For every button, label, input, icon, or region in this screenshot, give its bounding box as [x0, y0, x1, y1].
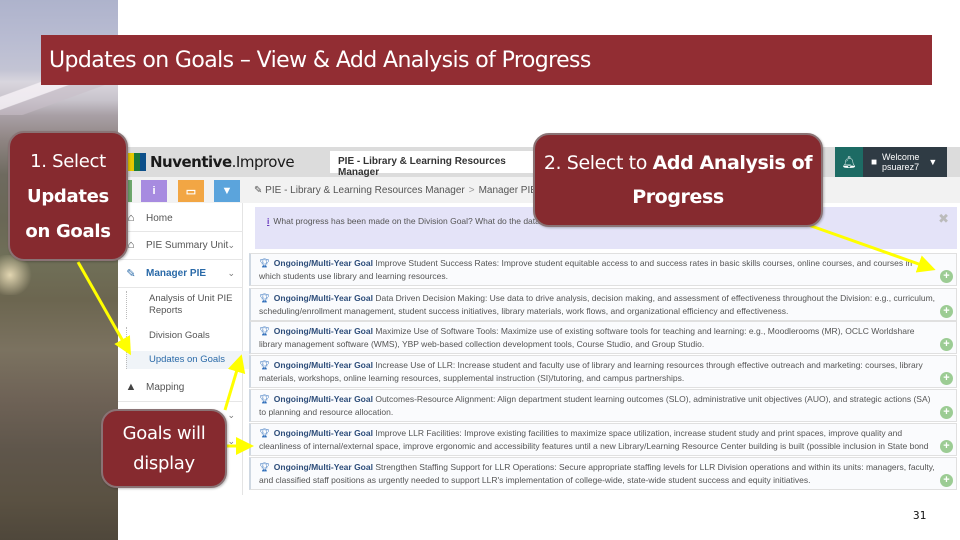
- callout-goals-display: Goals will display: [101, 409, 227, 488]
- trophy-icon: 🏆︎: [259, 394, 270, 404]
- sidebar-subitem-division-goals[interactable]: Division Goals: [126, 327, 251, 345]
- breadcrumb-item[interactable]: Manager PIE: [479, 185, 537, 196]
- logo-mark-icon: [128, 153, 146, 171]
- trophy-icon: 🏆︎: [259, 360, 270, 370]
- goal-row: 🏆︎ Ongoing/Multi-Year Goal Strengthen Sta…: [249, 457, 957, 490]
- goal-type: Ongoing/Multi-Year Goal: [273, 462, 373, 472]
- chevron-down-icon: ⌄: [227, 239, 235, 250]
- nuventive-logo[interactable]: Nuventive.Improve: [128, 153, 295, 171]
- sidebar-item-mapping[interactable]: ▲ Mapping: [118, 377, 243, 397]
- pencil-icon: ✎: [126, 267, 136, 280]
- divider: [118, 401, 243, 402]
- callout-step-2: 2. Select to Add Analysis of Progress: [533, 133, 823, 227]
- breadcrumb: ✎ PIE - Library & Learning Resources Man…: [254, 185, 558, 196]
- goal-type: Ongoing/Multi-Year Goal: [273, 326, 373, 336]
- goal-row: 🏆︎ Ongoing/Multi-Year Goal Increase Use o…: [249, 355, 957, 388]
- username: psuarez7: [882, 162, 920, 172]
- goal-row: 🏆︎ Ongoing/Multi-Year Goal Outcomes-Resou…: [249, 389, 957, 422]
- add-analysis-button[interactable]: +: [940, 338, 953, 351]
- goal-type: Ongoing/Multi-Year Goal: [273, 293, 373, 303]
- report-button[interactable]: ▭: [178, 180, 204, 202]
- bell-icon: 🔔︎: [841, 155, 857, 169]
- trophy-icon: 🏆︎: [259, 293, 270, 303]
- chevron-down-icon: ⌄: [227, 435, 235, 446]
- user-menu[interactable]: ■ Welcome psuarez7 ▼: [863, 147, 947, 177]
- main-content: i What progress has been made on the Divi…: [245, 203, 960, 495]
- logo-bold: Nuventive: [150, 153, 232, 171]
- goal-row: 🏆︎ Ongoing/Multi-Year Goal Data Driven De…: [249, 288, 957, 321]
- chevron-down-icon: ⌄: [227, 409, 235, 420]
- unit-selector[interactable]: PIE - Library & Learning Resources Manag…: [330, 151, 538, 178]
- goal-row: 🏆︎ Ongoing/Multi-Year Goal Improve LLR Fa…: [249, 423, 957, 456]
- pencil-icon: ✎: [254, 185, 263, 196]
- goal-type: Ongoing/Multi-Year Goal: [273, 360, 373, 370]
- add-analysis-button[interactable]: +: [940, 270, 953, 283]
- welcome-label: Welcome: [882, 152, 920, 162]
- sidebar-subitem-analysis[interactable]: Analysis of Unit PIE Reports: [126, 291, 251, 319]
- add-analysis-button[interactable]: +: [940, 474, 953, 487]
- chevron-down-icon: ⌄: [227, 267, 235, 278]
- breadcrumb-separator: >: [468, 185, 475, 196]
- goal-row: 🏆︎ Ongoing/Multi-Year Goal Improve Studen…: [249, 253, 957, 286]
- sidebar-subitem-updates-on-goals[interactable]: Updates on Goals: [126, 351, 251, 369]
- info-icon: i: [267, 216, 270, 226]
- filter-button[interactable]: ▼: [214, 180, 240, 202]
- sidebar-item-manager-pie[interactable]: ✎ Manager PIE ⌄: [118, 263, 243, 283]
- logo-rest: .Improve: [231, 153, 295, 171]
- user-icon: ■: [871, 156, 878, 168]
- caret-down-icon: ▼: [928, 157, 938, 167]
- sitemap-icon: ▲: [125, 381, 137, 393]
- info-button[interactable]: i: [141, 180, 167, 202]
- goal-type: Ongoing/Multi-Year Goal: [273, 258, 373, 268]
- add-analysis-button[interactable]: +: [940, 406, 953, 419]
- slide-title-bar: Updates on Goals – View & Add Analysis o…: [41, 35, 932, 85]
- goal-row: 🏆︎ Ongoing/Multi-Year Goal Maximize Use o…: [249, 321, 957, 354]
- page-number: 31: [913, 509, 927, 522]
- close-icon[interactable]: ✖: [938, 211, 949, 227]
- add-analysis-button[interactable]: +: [940, 440, 953, 453]
- breadcrumb-item[interactable]: PIE - Library & Learning Resources Manag…: [265, 185, 465, 196]
- trophy-icon: 🏆︎: [259, 326, 270, 336]
- add-analysis-button[interactable]: +: [940, 305, 953, 318]
- divider: [118, 231, 243, 232]
- goal-type: Ongoing/Multi-Year Goal: [273, 394, 373, 404]
- sidebar-item-home[interactable]: ⌂ Home: [118, 209, 243, 227]
- divider: [118, 287, 243, 288]
- goal-type: Ongoing/Multi-Year Goal: [273, 428, 373, 438]
- trophy-icon: 🏆︎: [259, 428, 270, 438]
- trophy-icon: 🏆︎: [259, 258, 270, 268]
- sidebar-item-pie-summary[interactable]: ⌂ PIE Summary Unit ⌄: [118, 235, 243, 255]
- trophy-icon: 🏆︎: [259, 462, 270, 472]
- callout-step-1: 1. Select Updates on Goals: [8, 131, 128, 261]
- slide-title: Updates on Goals – View & Add Analysis o…: [49, 47, 591, 73]
- divider: [118, 259, 243, 260]
- add-analysis-button[interactable]: +: [940, 372, 953, 385]
